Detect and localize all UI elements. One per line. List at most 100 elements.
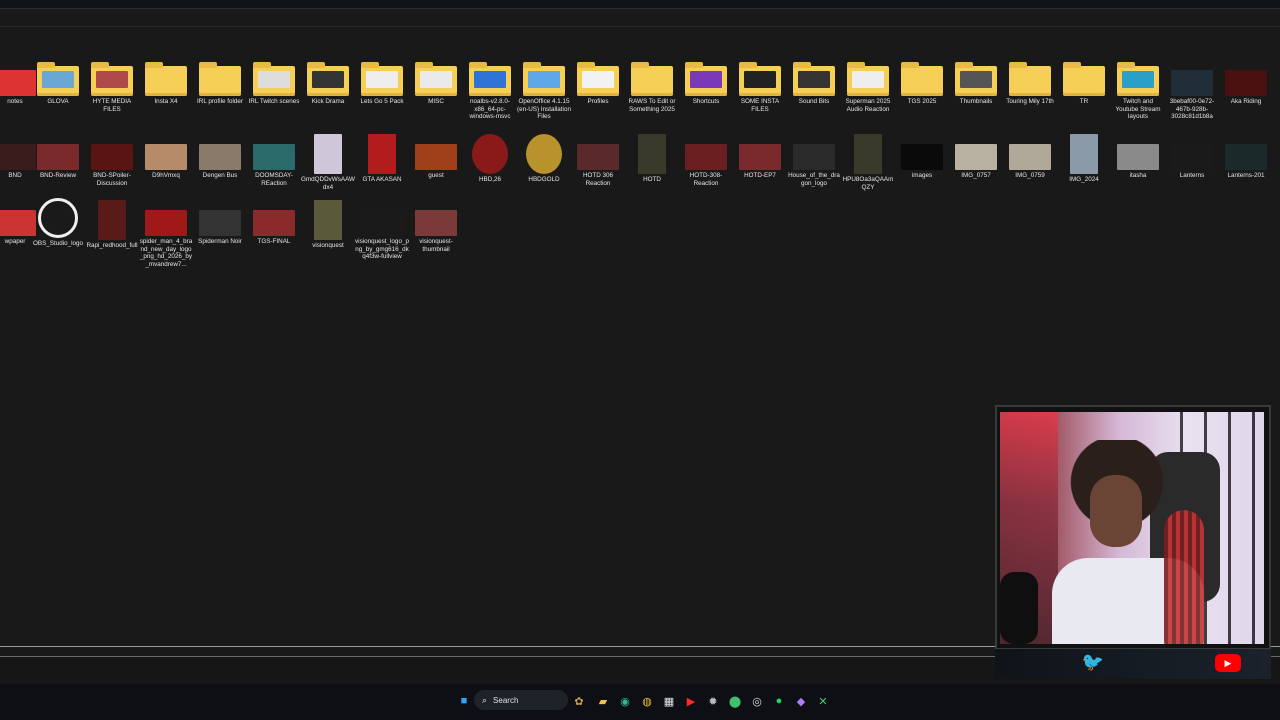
openoffice-folder[interactable]: OpenOffice 4.1.15 (en-US) Installation F… [517,58,571,121]
windows-start-button[interactable]: ■ [455,692,473,710]
taskbar-search[interactable]: ⌕ Search [474,690,568,710]
noalbs-folder[interactable]: noalbs-v2.8.0-x86_64-pc-windows-msvc [463,58,517,121]
hyte-media-folder[interactable]: HYTE MEDIA FILES [85,58,139,113]
raws-folder[interactable]: RAWS To Edit or Something 2025 [625,58,679,113]
thumbnail-image [145,210,187,236]
thumbnail-image [1225,70,1267,96]
hbd26-item[interactable]: HBD,26 [463,132,517,184]
aka-riding-item[interactable]: Aka Riding [1219,58,1273,106]
spotify-icon[interactable]: ● [770,692,788,710]
img2024-item[interactable]: IMG_2024 [1057,132,1111,184]
xbox-app-icon[interactable]: ⬤ [726,692,744,710]
sound-bits-folder[interactable]: Sound Bits [787,58,841,106]
folder-shape [1117,62,1159,96]
item-label: HOTD-EP7 [744,172,776,179]
d9hvmxq-item[interactable]: D9hVmxq [139,132,193,180]
shortcuts-folder[interactable]: Shortcuts [679,58,733,106]
tr-folder[interactable]: TR [1057,58,1111,106]
hotd306-item[interactable]: HOTD 306 Reaction [571,132,625,187]
spiderman4-item[interactable]: spider_man_4_brand_new_day_logo_png_hd_2… [139,198,193,268]
profiles-folder[interactable]: Profiles [571,58,625,106]
folder-shape [307,62,349,96]
item-label: Twitch and Youtube Stream layouts [1115,98,1161,120]
glova-folder[interactable]: GLOVA [31,58,85,106]
insta-x4-folder[interactable]: Insta X4 [139,58,193,106]
lanterns-201-item[interactable]: Lanterns-201 [1219,132,1273,180]
browser-icon[interactable]: ◆ [792,692,810,710]
xbox-icon[interactable]: ✕ [814,692,832,710]
touring-folder[interactable]: Touring Mily 17th [1003,58,1057,106]
thumbnail-image [145,144,187,170]
item-label: visionquest_logo_png_by_gmg616_dkq4f3w-f… [355,238,409,260]
edge-icon[interactable]: ◉ [616,692,634,710]
folder-icon [198,58,242,96]
item-label: GmdQDDvWsAAWdx4 [301,176,355,191]
dengen-bus-item[interactable]: Dengen Bus [193,132,247,180]
calendar-icon[interactable]: ▦ [660,692,678,710]
thumbnail-image [253,210,295,236]
item-label: visionquest-thumbnail [419,238,453,253]
lets-go-5-folder[interactable]: Lets Go 5 Pack [355,58,409,106]
bnd-review-item[interactable]: BND-Review [31,132,85,180]
irl-profile-folder[interactable]: IRL profile folder [193,58,247,106]
visionquest-thumb-item[interactable]: visionquest-thumbnail [409,198,463,253]
hbdgold-item[interactable]: HBDGOLD [517,132,571,184]
hotd-item[interactable]: HOTD [625,132,679,184]
item-label: RAWS To Edit or Something 2025 [628,98,676,113]
obs-logo-item[interactable]: OBS_Studio_logo [31,198,85,248]
bnd-spoiler-item[interactable]: BND-SPoiler-Discussion [85,132,139,187]
item-label: Dengen Bus [202,172,238,179]
chrome-icon[interactable]: ◍ [638,692,656,710]
hotd-ep7-item[interactable]: HOTD-EP7 [733,132,787,180]
superman-folder[interactable]: Superman 2025 Audio Reaction [841,58,895,113]
obs-taskbar-icon[interactable]: ◎ [748,692,766,710]
house-dragon-logo-item[interactable]: House_of_the_dragon_logo [787,132,841,187]
thumbnail-image [793,144,835,170]
folder-shape [1063,62,1105,96]
item-label: GTA AKASAN [362,176,402,183]
thumbnail-image [199,210,241,236]
settings-icon[interactable]: ✹ [704,692,722,710]
folder-shape [631,62,673,96]
widgets-icon[interactable]: ✿ [570,692,588,710]
item-label: OBS_Studio_logo [32,240,84,247]
tgs-final-item[interactable]: TGS-FINAL [247,198,301,246]
image-thumbnail [846,132,890,174]
item-label: HYTE MEDIA FILES [92,98,132,113]
doomsday-item[interactable]: DOOMSDAY-REaction [247,132,301,187]
folder-preview [798,71,830,88]
folder-icon [576,58,620,96]
img0759-item[interactable]: IMG_0759 [1003,132,1057,180]
uuid-item[interactable]: 3bebaf00-0e72-467b-928b-3028c81d1b8a [1165,58,1219,121]
gta-akasan-item[interactable]: GTA AKASAN [355,132,409,184]
folder-shape [577,62,619,96]
thumbnail-image [472,134,508,174]
thumbnail-image [955,144,997,170]
thumbnails-folder[interactable]: Thumbnails [949,58,1003,106]
irl-twitch-folder[interactable]: IRL Twitch scenes [247,58,301,106]
twitch-yt-folder[interactable]: Twitch and Youtube Stream layouts [1111,58,1165,121]
file-explorer-icon[interactable]: ▰ [594,692,612,710]
tgs-2025-folder[interactable]: TGS 2025 [895,58,949,106]
gmdqd-item[interactable]: GmdQDDvWsAAWdx4 [301,132,355,191]
visionquest-logo-item[interactable]: visionquest_logo_png_by_gmg616_dkq4f3w-f… [355,198,409,261]
some-insta-folder[interactable]: SOME INSTA FILES [733,58,787,113]
hotd308-item[interactable]: HOTD-308-Reaction [679,132,733,187]
item-label: HOTD [643,176,661,183]
spiderman-noir-item[interactable]: Spiderman Noir [193,198,247,246]
item-label: HPU8Oa3aQAAmQZY [842,176,894,191]
images-item[interactable]: images [895,132,949,180]
item-label: Sound Bits [798,98,830,105]
youtube-icon[interactable]: ▶ [682,692,700,710]
itasha-item[interactable]: itasha [1111,132,1165,180]
guest-item[interactable]: guest [409,132,463,180]
item-label: Profiles [587,98,609,105]
hpu-item[interactable]: HPU8Oa3aQAAmQZY [841,132,895,191]
rapi-item[interactable]: Rapi_redhood_full [85,198,139,250]
lanterns-item[interactable]: Lanterns [1165,132,1219,180]
visionquest-item[interactable]: visionquest [301,198,355,250]
misc-folder[interactable]: MISC [409,58,463,106]
folder-icon [1116,58,1160,96]
img0757-item[interactable]: IMG_0757 [949,132,1003,180]
kick-drama-folder[interactable]: Kick Drama [301,58,355,106]
